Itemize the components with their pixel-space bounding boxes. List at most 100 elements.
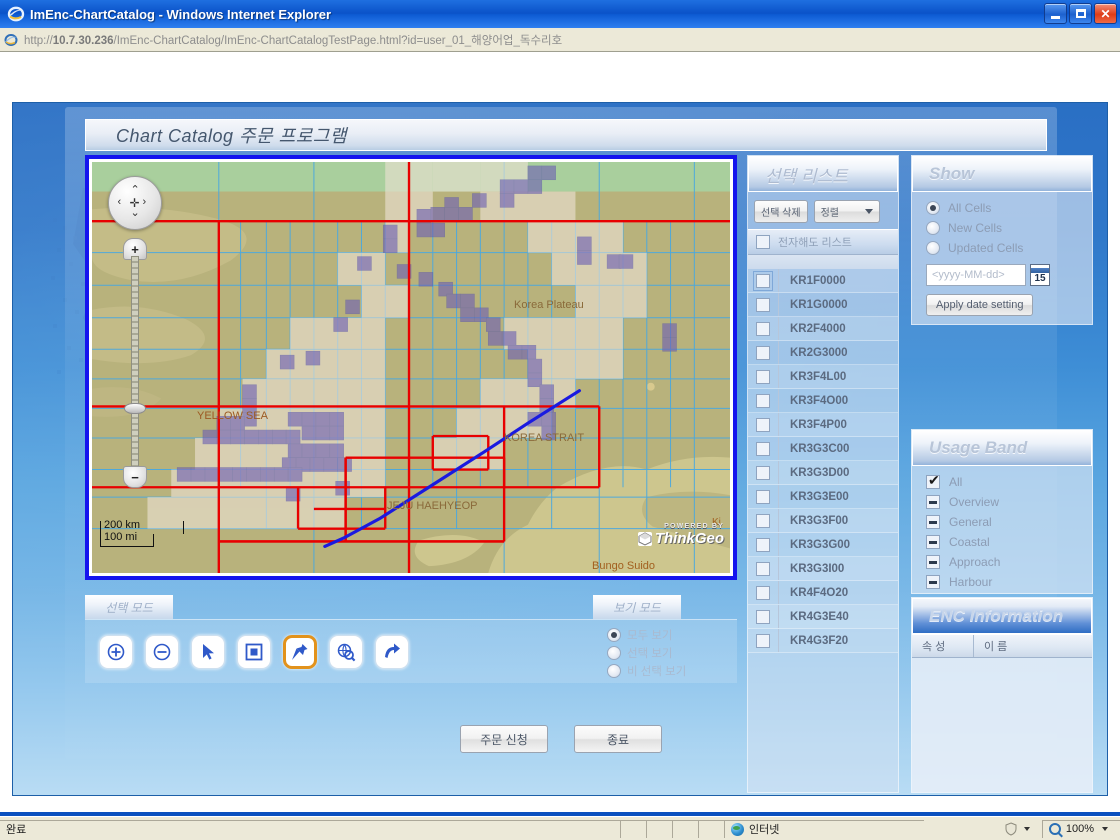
- pan-up-icon[interactable]: ⌃: [131, 184, 140, 196]
- row-checkbox[interactable]: [756, 537, 770, 552]
- usage-band-option-5[interactable]: Harbour: [912, 572, 1092, 592]
- row-checkbox[interactable]: [756, 561, 770, 576]
- table-row[interactable]: KR2F4000: [748, 317, 898, 341]
- table-row[interactable]: KR3G3C00: [748, 437, 898, 461]
- zoom-slider-track[interactable]: [131, 256, 139, 470]
- zoom-in-button[interactable]: [99, 634, 133, 669]
- exit-button[interactable]: 종료: [574, 725, 662, 753]
- table-row[interactable]: KR1F0000: [748, 269, 898, 293]
- checkbox-icon[interactable]: [926, 495, 940, 509]
- table-row[interactable]: KR3G3G00: [748, 533, 898, 557]
- privacy-report-button[interactable]: [998, 820, 1042, 838]
- table-row[interactable]: KR4F4O20: [748, 581, 898, 605]
- zoom-out-button[interactable]: −: [123, 466, 147, 488]
- checkbox-icon[interactable]: [926, 555, 940, 569]
- select-all-checkbox[interactable]: [756, 235, 770, 249]
- zoom-slider-thumb[interactable]: [124, 403, 146, 414]
- security-zone[interactable]: 인터넷: [724, 819, 924, 838]
- pan-left-icon[interactable]: ‹: [118, 196, 122, 208]
- table-row[interactable]: KR3G3D00: [748, 461, 898, 485]
- show-option-1[interactable]: New Cells: [912, 218, 1092, 238]
- calendar-picker-button[interactable]: 15: [1030, 264, 1050, 286]
- table-row[interactable]: KR4G3E40: [748, 605, 898, 629]
- row-checkbox[interactable]: [753, 270, 773, 291]
- zoom-control[interactable]: 100%: [1041, 819, 1120, 838]
- table-row[interactable]: KR4G3F20: [748, 629, 898, 653]
- row-checkbox[interactable]: [756, 345, 770, 360]
- usage-band-option-0[interactable]: All: [912, 472, 1092, 492]
- usage-band-option-2[interactable]: General: [912, 512, 1092, 532]
- radio-icon[interactable]: [926, 201, 940, 215]
- map-zoom-slider[interactable]: + −: [123, 238, 147, 488]
- row-checkbox[interactable]: [756, 393, 770, 408]
- row-checkbox[interactable]: [756, 513, 770, 528]
- row-checkbox[interactable]: [756, 633, 770, 648]
- pin-select-button[interactable]: [283, 634, 317, 669]
- globe-search-button[interactable]: [329, 634, 363, 669]
- usage-band-option-3[interactable]: Coastal: [912, 532, 1092, 552]
- option-label: Harbour: [949, 575, 993, 589]
- view-mode-option-2[interactable]: 비 선택 보기: [603, 662, 737, 680]
- show-option-0[interactable]: All Cells: [912, 198, 1092, 218]
- pointer-button[interactable]: [191, 634, 225, 669]
- table-row[interactable]: KR3G3I00: [748, 557, 898, 581]
- checkbox-icon[interactable]: [926, 575, 940, 589]
- close-button[interactable]: ✕: [1094, 3, 1117, 24]
- sort-dropdown[interactable]: 정렬: [813, 200, 880, 223]
- radio-icon[interactable]: [607, 664, 621, 678]
- rectangle-select-button[interactable]: [237, 634, 271, 669]
- chart-code: KR3G3E00: [778, 485, 898, 508]
- redo-button[interactable]: [375, 634, 409, 669]
- row-checkbox[interactable]: [756, 369, 770, 384]
- pan-right-icon[interactable]: ›: [143, 196, 147, 208]
- row-checkbox[interactable]: [756, 465, 770, 480]
- row-checkbox[interactable]: [756, 321, 770, 336]
- usage-band-options[interactable]: All Overview General Coastal Approach Harbour: [912, 466, 1092, 592]
- view-mode-options[interactable]: 모두 보기 선택 보기 비 선택 보기: [593, 619, 737, 683]
- privacy-chevron-down-icon[interactable]: [1023, 826, 1030, 831]
- order-request-button[interactable]: 주문 신청: [460, 725, 548, 753]
- zoom-out-button[interactable]: [145, 634, 179, 669]
- show-options-group[interactable]: All Cells New Cells Updated Cells: [912, 192, 1092, 258]
- usage-band-option-4[interactable]: Approach: [912, 552, 1092, 572]
- maximize-button[interactable]: [1069, 3, 1092, 24]
- map-canvas[interactable]: Korea Plateau YELLOW SEA KOREA STRAIT JE…: [92, 162, 730, 573]
- select-mode-toolbar[interactable]: [85, 619, 593, 683]
- address-bar[interactable]: http://10.7.30.236/ImEnc-ChartCatalog/Im…: [0, 28, 1120, 52]
- zoom-chevron-down-icon[interactable]: [1102, 827, 1108, 831]
- date-input[interactable]: <yyyy-MM-dd>: [926, 264, 1026, 286]
- show-option-2[interactable]: Updated Cells: [912, 238, 1092, 258]
- table-row[interactable]: KR3F4O00: [748, 389, 898, 413]
- row-checkbox[interactable]: [756, 489, 770, 504]
- scale-km-label: 200 km: [104, 519, 141, 531]
- checkbox-icon[interactable]: [926, 472, 940, 489]
- row-checkbox[interactable]: [756, 441, 770, 456]
- table-row[interactable]: KR3G3E00: [748, 485, 898, 509]
- apply-date-setting-button[interactable]: Apply date setting: [926, 294, 1034, 316]
- checkbox-icon[interactable]: [926, 535, 940, 549]
- radio-icon[interactable]: [607, 646, 621, 660]
- chart-code-list[interactable]: KR1F0000 KR1G0000 KR2F4000 KR2G3000 KR3F4L00…: [748, 269, 898, 653]
- minimize-button[interactable]: [1044, 3, 1067, 24]
- table-row[interactable]: KR3G3F00: [748, 509, 898, 533]
- usage-band-option-1[interactable]: Overview: [912, 492, 1092, 512]
- row-checkbox[interactable]: [756, 297, 770, 312]
- map-container[interactable]: Korea Plateau YELLOW SEA KOREA STRAIT JE…: [85, 155, 737, 580]
- delete-selection-button[interactable]: 선택 삭제: [754, 200, 808, 223]
- checkbox-icon[interactable]: [926, 515, 940, 529]
- redo-icon: [382, 642, 402, 662]
- radio-icon[interactable]: [926, 221, 940, 235]
- row-checkbox[interactable]: [756, 585, 770, 600]
- table-row[interactable]: KR3F4L00: [748, 365, 898, 389]
- table-row[interactable]: KR1G0000: [748, 293, 898, 317]
- row-checkbox[interactable]: [756, 417, 770, 432]
- pan-center-icon[interactable]: ✛: [130, 197, 140, 209]
- radio-icon[interactable]: [926, 241, 940, 255]
- map-pan-control[interactable]: ⌃ ⌄ ‹ › ✛: [108, 176, 162, 230]
- radio-icon[interactable]: [607, 628, 621, 642]
- table-row[interactable]: KR3F4P00: [748, 413, 898, 437]
- view-mode-option-0[interactable]: 모두 보기: [603, 626, 737, 644]
- table-row[interactable]: KR2G3000: [748, 341, 898, 365]
- view-mode-option-1[interactable]: 선택 보기: [603, 644, 737, 662]
- row-checkbox[interactable]: [756, 609, 770, 624]
